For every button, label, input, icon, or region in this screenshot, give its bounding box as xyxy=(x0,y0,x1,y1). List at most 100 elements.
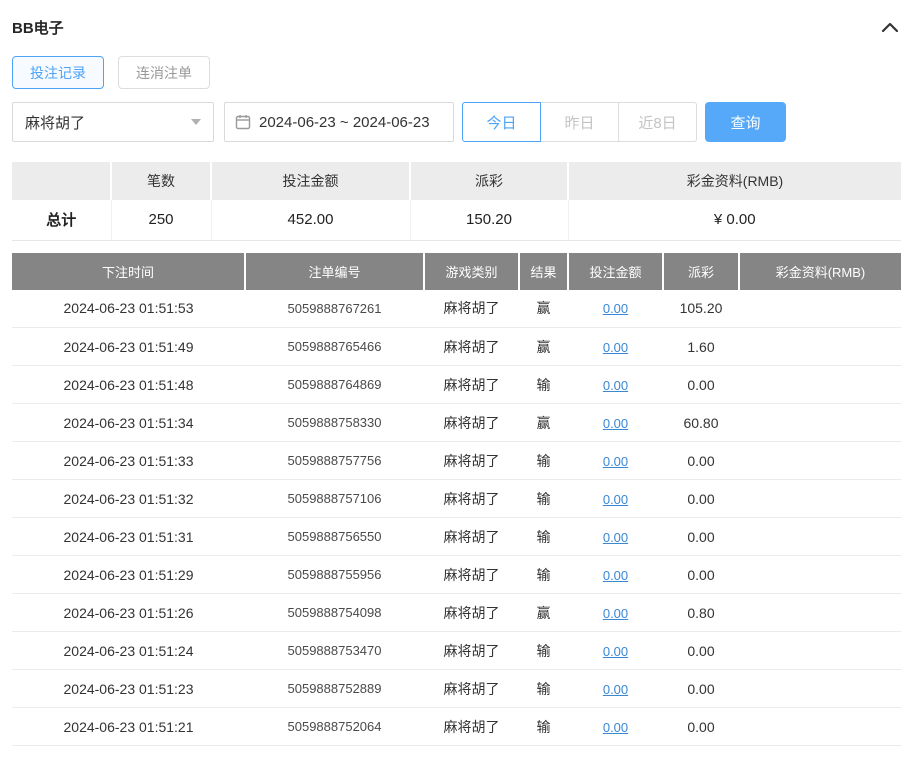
bet-amount-cell: 0.00 xyxy=(568,517,663,556)
bet-time: 2024-06-23 01:51:49 xyxy=(12,327,245,366)
summary-total-label: 总计 xyxy=(12,200,112,241)
date-range-picker[interactable]: 2024-06-23 ~ 2024-06-23 xyxy=(224,102,454,142)
payout: 0.00 xyxy=(663,555,739,594)
last-8-days-button[interactable]: 近8日 xyxy=(618,102,697,142)
result: 输 xyxy=(519,555,568,594)
bet-time: 2024-06-23 01:51:53 xyxy=(12,289,245,328)
bonus xyxy=(739,517,901,556)
bet-amount-link[interactable]: 0.00 xyxy=(603,301,628,316)
payout: 60.80 xyxy=(663,403,739,442)
search-button[interactable]: 查询 xyxy=(705,102,786,142)
table-row: 2024-06-23 01:51:34 5059888758330 麻将胡了 赢… xyxy=(12,403,901,442)
bet-time: 2024-06-23 01:51:34 xyxy=(12,403,245,442)
records-header-bet: 投注金额 xyxy=(568,252,664,290)
order-id: 5059888755956 xyxy=(245,555,424,594)
table-row: 2024-06-23 01:51:48 5059888764869 麻将胡了 输… xyxy=(12,365,901,404)
result: 输 xyxy=(519,441,568,480)
bet-amount-cell: 0.00 xyxy=(568,631,663,670)
game-select-value: 麻将胡了 xyxy=(25,114,86,132)
panel-title: BB电子 xyxy=(12,19,64,37)
payout: 0.00 xyxy=(663,365,739,404)
game-type: 麻将胡了 xyxy=(424,365,519,404)
bet-amount-link[interactable]: 0.00 xyxy=(603,606,628,621)
bet-amount-cell: 0.00 xyxy=(568,365,663,404)
bet-amount-link[interactable]: 0.00 xyxy=(603,378,628,393)
bet-amount-link[interactable]: 0.00 xyxy=(603,644,628,659)
game-type: 麻将胡了 xyxy=(424,669,519,708)
today-button[interactable]: 今日 xyxy=(462,102,541,142)
summary-total-bet-amount: 452.00 xyxy=(211,200,411,241)
tab-bar: 投注记录 连消注单 xyxy=(12,56,901,89)
bet-amount-link[interactable]: 0.00 xyxy=(603,530,628,545)
game-type: 麻将胡了 xyxy=(424,403,519,442)
order-id: 5059888757106 xyxy=(245,479,424,518)
table-row: 2024-06-23 01:51:32 5059888757106 麻将胡了 输… xyxy=(12,479,901,518)
payout: 0.00 xyxy=(663,441,739,480)
table-row: 2024-06-23 01:51:21 5059888752064 麻将胡了 输… xyxy=(12,707,901,746)
bet-amount-link[interactable]: 0.00 xyxy=(603,416,628,431)
bet-time: 2024-06-23 01:51:31 xyxy=(12,517,245,556)
summary-header-row: 笔数 投注金额 派彩 彩金资料(RMB) xyxy=(12,162,901,200)
order-id: 5059888754098 xyxy=(245,593,424,632)
bet-time: 2024-06-23 01:51:32 xyxy=(12,479,245,518)
bet-amount-link[interactable]: 0.00 xyxy=(603,454,628,469)
bet-amount-cell: 0.00 xyxy=(568,479,663,518)
bet-amount-cell: 0.00 xyxy=(568,593,663,632)
summary-table: 笔数 投注金额 派彩 彩金资料(RMB) 总计 250 452.00 150.2… xyxy=(12,162,901,241)
order-id: 5059888767261 xyxy=(245,289,424,328)
game-type: 麻将胡了 xyxy=(424,441,519,480)
result: 赢 xyxy=(519,327,568,366)
bet-amount-link[interactable]: 0.00 xyxy=(603,568,628,583)
bet-amount-cell: 0.00 xyxy=(568,707,663,746)
yesterday-button[interactable]: 昨日 xyxy=(540,102,619,142)
order-id: 5059888756550 xyxy=(245,517,424,556)
summary-total-row: 总计 250 452.00 150.20 ¥ 0.00 xyxy=(12,200,901,241)
records-header-time: 下注时间 xyxy=(12,252,246,290)
summary-total-bonus: ¥ 0.00 xyxy=(568,200,901,241)
summary-header-blank xyxy=(12,162,112,200)
game-type: 麻将胡了 xyxy=(424,555,519,594)
records-header-payout: 派彩 xyxy=(663,252,740,290)
filter-bar: 麻将胡了 2024-06-23 ~ 2024-06-23 今日 昨日 近8日 查… xyxy=(12,102,901,142)
records-header-row: 下注时间 注单编号 游戏类别 结果 投注金额 派彩 彩金资料(RMB) xyxy=(12,252,901,290)
game-select[interactable]: 麻将胡了 xyxy=(12,102,214,142)
bet-amount-link[interactable]: 0.00 xyxy=(603,340,628,355)
records-header-order: 注单编号 xyxy=(245,252,425,290)
bet-amount-link[interactable]: 0.00 xyxy=(603,492,628,507)
game-type: 麻将胡了 xyxy=(424,327,519,366)
bet-amount-link[interactable]: 0.00 xyxy=(603,682,628,697)
records-table: 下注时间 注单编号 游戏类别 结果 投注金额 派彩 彩金资料(RMB) 2024… xyxy=(12,252,901,746)
order-id: 5059888753470 xyxy=(245,631,424,670)
bet-amount-link[interactable]: 0.00 xyxy=(603,720,628,735)
tab-bet-records[interactable]: 投注记录 xyxy=(12,56,104,89)
bonus xyxy=(739,707,901,746)
result: 输 xyxy=(519,631,568,670)
order-id: 5059888752064 xyxy=(245,707,424,746)
result: 赢 xyxy=(519,593,568,632)
table-row: 2024-06-23 01:51:23 5059888752889 麻将胡了 输… xyxy=(12,669,901,708)
order-id: 5059888752889 xyxy=(245,669,424,708)
bonus xyxy=(739,289,901,328)
table-row: 2024-06-23 01:51:26 5059888754098 麻将胡了 赢… xyxy=(12,593,901,632)
result: 输 xyxy=(519,669,568,708)
bet-amount-cell: 0.00 xyxy=(568,441,663,480)
bonus xyxy=(739,327,901,366)
date-range-value: 2024-06-23 ~ 2024-06-23 xyxy=(259,113,430,131)
table-row: 2024-06-23 01:51:49 5059888765466 麻将胡了 赢… xyxy=(12,327,901,366)
game-type: 麻将胡了 xyxy=(424,707,519,746)
records-header-game: 游戏类别 xyxy=(424,252,520,290)
payout: 0.00 xyxy=(663,707,739,746)
result: 赢 xyxy=(519,403,568,442)
bet-amount-cell: 0.00 xyxy=(568,669,663,708)
bonus xyxy=(739,555,901,594)
collapse-panel-button[interactable] xyxy=(879,16,901,38)
game-type: 麻将胡了 xyxy=(424,631,519,670)
bet-time: 2024-06-23 01:51:26 xyxy=(12,593,245,632)
records-header-result: 结果 xyxy=(519,252,569,290)
tab-chain-orders[interactable]: 连消注单 xyxy=(118,56,210,89)
bet-records-panel: BB电子 投注记录 连消注单 麻将胡了 2024-06-23 ~ 2024-06… xyxy=(0,0,913,746)
summary-total-payout: 150.20 xyxy=(410,200,569,241)
bet-time: 2024-06-23 01:51:24 xyxy=(12,631,245,670)
order-id: 5059888757756 xyxy=(245,441,424,480)
table-row: 2024-06-23 01:51:24 5059888753470 麻将胡了 输… xyxy=(12,631,901,670)
